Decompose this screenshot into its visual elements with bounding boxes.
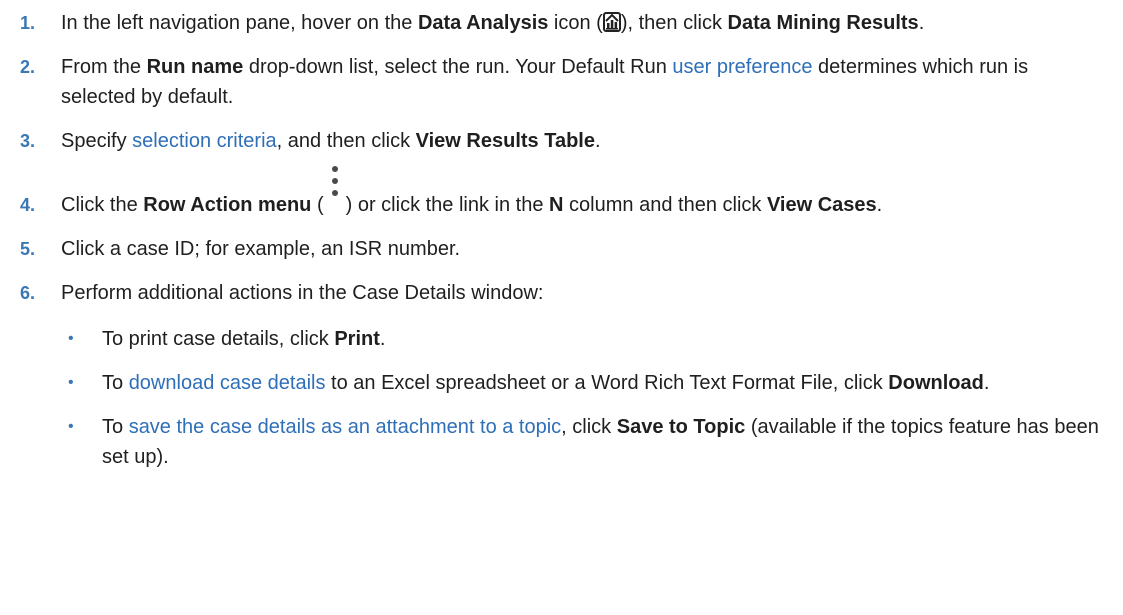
step-text: icon ( — [548, 12, 603, 34]
step-text: ), then click — [620, 12, 728, 34]
step-text: . — [918, 12, 925, 34]
data-analysis-icon — [602, 11, 621, 32]
ui-term-save-to-topic: Save to Topic — [616, 416, 746, 438]
step-number: 4. — [20, 195, 36, 215]
step-text: ( — [311, 194, 324, 216]
save-as-attachment-link[interactable]: save the case details as an attachment t… — [129, 416, 561, 438]
ui-term-data-mining-results: Data Mining Results — [727, 12, 919, 34]
sub-step-text: . — [983, 372, 990, 394]
bullet-mark: • — [68, 374, 74, 391]
ui-term-download: Download — [888, 372, 984, 394]
bullet-mark: • — [68, 418, 74, 435]
step-text: drop-down list, select the run. Your Def… — [243, 56, 673, 78]
step-text: ) or click the link in the — [345, 194, 550, 216]
step-4: 4. Click the Row Action menu ( ) or click… — [0, 159, 1123, 220]
step-text: Perform additional actions in the Case D… — [61, 282, 544, 304]
sub-step-print: • To print case details, click Print. — [61, 324, 1103, 354]
step-text: . — [594, 130, 601, 152]
sub-step-save-to-topic: • To save the case details as an attachm… — [61, 412, 1103, 472]
step-3: 3. Specify selection criteria, and then … — [0, 126, 1123, 156]
step-number: 5. — [20, 239, 36, 259]
sub-step-text: . — [379, 328, 386, 350]
ui-term-print: Print — [334, 328, 380, 350]
step-text: column and then click — [563, 194, 767, 216]
sub-step-text: To — [102, 416, 129, 438]
step-text: In the left navigation pane, hover on th… — [61, 12, 418, 34]
sub-step-text: , click — [561, 416, 617, 438]
step-number: 3. — [20, 131, 36, 151]
procedure-steps: 1. In the left navigation pane, hover on… — [0, 0, 1123, 472]
step-text: . — [876, 194, 883, 216]
step-text: , and then click — [276, 130, 416, 152]
ui-term-view-results-table: View Results Table — [415, 130, 595, 152]
bullet-mark: • — [68, 330, 74, 347]
selection-criteria-link[interactable]: selection criteria — [132, 130, 277, 152]
user-preference-link[interactable]: user preference — [672, 56, 812, 78]
sub-step-text: to an Excel spreadsheet or a Word Rich T… — [325, 372, 889, 394]
ui-term-run-name: Run name — [146, 56, 244, 78]
sub-step-download: • To download case details to an Excel s… — [61, 368, 1103, 398]
sub-step-text: To print case details, click — [102, 328, 335, 350]
step-text: Click the — [61, 194, 144, 216]
sub-step-text: To — [102, 372, 129, 394]
sub-steps-list: • To print case details, click Print. • … — [61, 324, 1103, 472]
ui-term-view-cases: View Cases — [766, 194, 877, 216]
step-number: 2. — [20, 57, 36, 77]
step-number: 1. — [20, 13, 36, 33]
step-text: Specify — [61, 130, 133, 152]
step-text: From the — [61, 56, 147, 78]
ui-term-data-analysis: Data Analysis — [417, 12, 549, 34]
step-2: 2. From the Run name drop-down list, sel… — [0, 52, 1123, 112]
ui-term-row-action-menu: Row Action menu — [143, 194, 312, 216]
step-1: 1. In the left navigation pane, hover on… — [0, 8, 1123, 38]
kebab-menu-icon — [324, 159, 346, 213]
ui-term-n-column: N — [549, 194, 564, 216]
step-6: 6. Perform additional actions in the Cas… — [0, 278, 1123, 472]
step-text: Click a case ID; for example, an ISR num… — [61, 238, 461, 260]
step-5: 5. Click a case ID; for example, an ISR … — [0, 234, 1123, 264]
step-number: 6. — [20, 283, 36, 303]
download-case-details-link[interactable]: download case details — [129, 372, 326, 394]
